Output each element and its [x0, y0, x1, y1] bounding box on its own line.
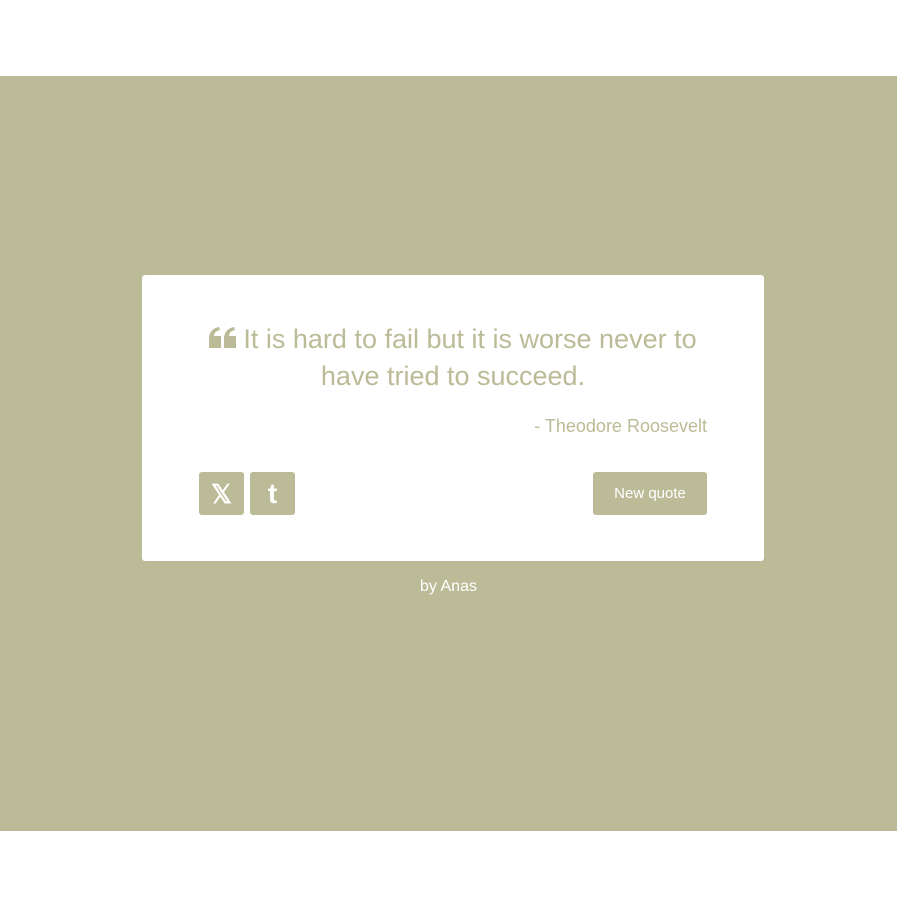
quote-text-block: It is hard to fail but it is worse never… — [199, 321, 707, 395]
byline-prefix: by — [420, 578, 437, 595]
tumblr-icon: t — [267, 477, 278, 509]
quote-text: It is hard to fail but it is worse never… — [243, 324, 697, 391]
quote-author: - Theodore Roosevelt — [534, 416, 707, 436]
quote-left-icon — [209, 322, 237, 348]
tumblr-quote-button[interactable]: t — [250, 472, 295, 515]
page-background: It is hard to fail but it is worse never… — [0, 76, 897, 831]
author-link[interactable]: Anas — [441, 578, 477, 595]
x-twitter-icon: 𝕏 — [211, 478, 232, 509]
footer-byline: by Anas — [0, 578, 897, 596]
quote-box: It is hard to fail but it is worse never… — [142, 275, 764, 561]
tweet-quote-button[interactable]: 𝕏 — [199, 472, 244, 515]
new-quote-button[interactable]: New quote — [593, 472, 707, 515]
